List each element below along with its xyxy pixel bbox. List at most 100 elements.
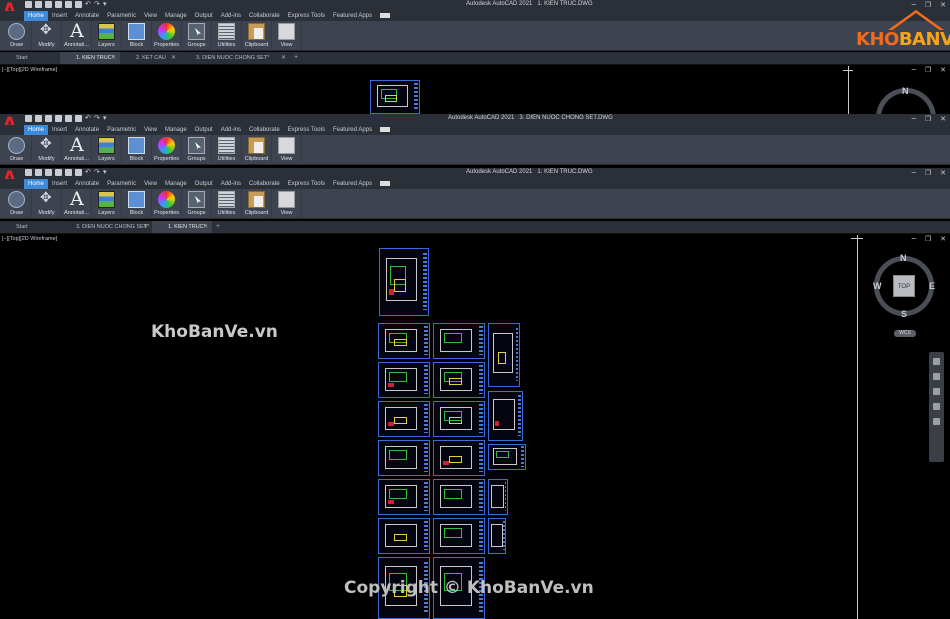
new-tab-plus-icon[interactable]: +: [212, 221, 224, 233]
tab-home[interactable]: Home: [24, 11, 49, 21]
quick-access-toolbar[interactable]: ↶ ↷ ▾: [25, 169, 109, 176]
new-tab-plus-icon[interactable]: +: [290, 52, 302, 64]
move-icon: [38, 136, 55, 154]
compass-east: E: [929, 281, 936, 291]
tab-output[interactable]: Output: [191, 125, 217, 135]
utilities-button[interactable]: Utilities: [212, 135, 242, 165]
house-roof-icon: [888, 10, 944, 30]
view-button[interactable]: View: [272, 21, 302, 51]
draw-button[interactable]: Draw: [2, 135, 32, 165]
tab-parametric[interactable]: Parametric: [103, 179, 140, 189]
tab-addins[interactable]: Add-ins: [217, 179, 245, 189]
tab-parametric[interactable]: Parametric: [103, 125, 140, 135]
viewport-controls[interactable]: ─ ❐ ✕: [912, 66, 946, 74]
tab-addins[interactable]: Add-ins: [217, 125, 245, 135]
properties-button[interactable]: Properties: [152, 189, 182, 219]
ribbon-toggle-icon[interactable]: [380, 181, 390, 186]
annotation-button[interactable]: Annotati...: [62, 134, 92, 165]
tab-featured-apps[interactable]: Featured Apps: [329, 11, 376, 21]
tab-featured-apps[interactable]: Featured Apps: [329, 179, 376, 189]
ribbon-tabs-2: Home Insert Annotate Parametric View Man…: [0, 125, 950, 135]
tab-addins[interactable]: Add-ins: [217, 11, 245, 21]
ribbon-toggle-icon[interactable]: [380, 13, 390, 18]
tab-parametric[interactable]: Parametric: [103, 11, 140, 21]
draw-button[interactable]: Draw: [2, 21, 32, 51]
watermark-text: KhoBanVe.vn: [151, 322, 278, 342]
modify-button[interactable]: Modify: [32, 189, 62, 219]
tab-insert[interactable]: Insert: [48, 179, 71, 189]
doc-tab-kien-truc[interactable]: 1. KIEN TRUC* ✕: [60, 52, 120, 64]
tab-view[interactable]: View: [140, 125, 161, 135]
annotation-button[interactable]: Annotati...: [62, 188, 92, 219]
tab-view[interactable]: View: [140, 179, 161, 189]
view-button[interactable]: View: [272, 135, 302, 165]
utilities-button[interactable]: Utilities: [212, 189, 242, 219]
block-button[interactable]: Block: [122, 21, 152, 51]
layers-button[interactable]: Layers: [92, 189, 122, 219]
block-button[interactable]: Block: [122, 135, 152, 165]
groups-button[interactable]: Groups: [182, 189, 212, 219]
tab-manage[interactable]: Manage: [161, 179, 191, 189]
title-bar-1: ↶ ↷ ▾ Autodesk AutoCAD 2021 1. KIEN TRUC.D…: [0, 0, 950, 11]
layers-button[interactable]: Layers: [92, 21, 122, 51]
tab-manage[interactable]: Manage: [161, 11, 191, 21]
tab-collaborate[interactable]: Collaborate: [245, 11, 284, 21]
draw-button[interactable]: Draw: [2, 189, 32, 219]
modify-button[interactable]: Modify: [32, 21, 62, 51]
tab-collaborate[interactable]: Collaborate: [245, 125, 284, 135]
navigation-bar[interactable]: [929, 352, 944, 462]
doc-tab-kien-truc[interactable]: 1. KIEN TRUC* ✕: [152, 221, 212, 233]
tab-start[interactable]: Start: [0, 52, 60, 64]
clipboard-button[interactable]: Clipboard: [242, 189, 272, 219]
viewport-label[interactable]: [−][Top][2D Wireframe]: [2, 236, 57, 242]
tab-express-tools[interactable]: Express Tools: [284, 125, 329, 135]
drawing-viewport-1[interactable]: [−][Top][2D Wireframe] ─ ❐ ✕ N: [0, 66, 950, 148]
viewport-controls[interactable]: ─ ❐ ✕: [912, 235, 946, 243]
drawing-sheet: [488, 444, 526, 470]
window-controls[interactable]: ─ ❐ ✕: [912, 169, 946, 177]
modify-button[interactable]: Modify: [32, 135, 62, 165]
viewcube-top-face[interactable]: TOP: [893, 275, 915, 297]
drawing-sheet: [433, 518, 485, 554]
layers-button[interactable]: Layers: [92, 135, 122, 165]
text-icon: [68, 188, 85, 210]
tab-collaborate[interactable]: Collaborate: [245, 179, 284, 189]
window-controls[interactable]: ─ ❐ ✕: [912, 115, 946, 123]
clipboard-button[interactable]: Clipboard: [242, 21, 272, 51]
tab-start[interactable]: Start: [0, 221, 60, 233]
groups-button[interactable]: Groups: [182, 21, 212, 51]
doc-tab-dien-nuoc[interactable]: 3. DIEN NUOC CHONG SET* ✕: [180, 52, 290, 64]
tab-output[interactable]: Output: [191, 11, 217, 21]
tab-express-tools[interactable]: Express Tools: [284, 11, 329, 21]
calculator-icon: [218, 137, 235, 154]
utilities-button[interactable]: Utilities: [212, 21, 242, 51]
doc-tab-ket-cau[interactable]: 2. KET CAU ✕: [120, 52, 180, 64]
quick-access-toolbar[interactable]: ↶ ↷ ▾: [25, 115, 109, 122]
compass-west: W: [873, 281, 882, 291]
groups-button[interactable]: Groups: [182, 135, 212, 165]
compass-south: S: [901, 309, 908, 319]
tab-featured-apps[interactable]: Featured Apps: [329, 125, 376, 135]
tab-view[interactable]: View: [140, 11, 161, 21]
doc-tab-dien-nuoc[interactable]: 3. DIEN NUOC CHONG SET* ✕: [60, 221, 152, 233]
tab-home[interactable]: Home: [24, 125, 49, 135]
tab-manage[interactable]: Manage: [161, 125, 191, 135]
wcs-menu[interactable]: WCS: [894, 330, 916, 337]
quick-access-toolbar[interactable]: ↶ ↷ ▾: [25, 1, 109, 8]
properties-button[interactable]: Properties: [152, 21, 182, 51]
calculator-icon: [218, 191, 235, 208]
tab-home[interactable]: Home: [24, 179, 49, 189]
tab-express-tools[interactable]: Express Tools: [284, 179, 329, 189]
viewport-label[interactable]: [−][Top][2D Wireframe]: [2, 67, 57, 73]
annotation-button[interactable]: Annotati...: [62, 20, 92, 51]
color-wheel-icon: [158, 191, 175, 208]
block-button[interactable]: Block: [122, 189, 152, 219]
tab-insert[interactable]: Insert: [48, 11, 71, 21]
tab-output[interactable]: Output: [191, 179, 217, 189]
tab-insert[interactable]: Insert: [48, 125, 71, 135]
clipboard-button[interactable]: Clipboard: [242, 135, 272, 165]
properties-button[interactable]: Properties: [152, 135, 182, 165]
view-button[interactable]: View: [272, 189, 302, 219]
logo-text-banve: BANVE: [898, 29, 950, 50]
ribbon-toggle-icon[interactable]: [380, 127, 390, 132]
